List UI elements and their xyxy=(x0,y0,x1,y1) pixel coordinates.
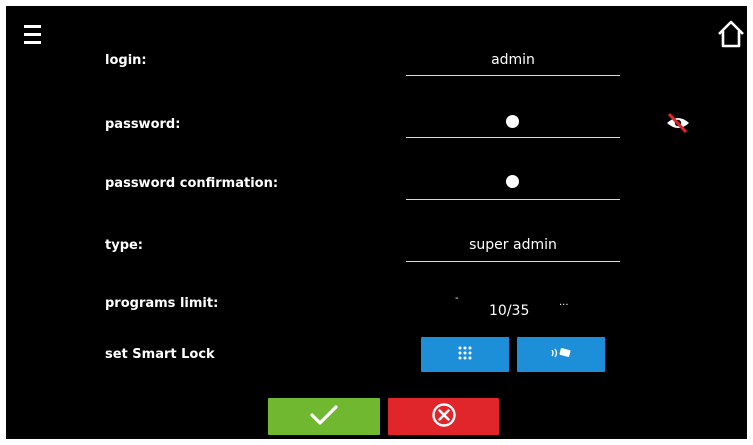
type-field[interactable]: super admin xyxy=(406,236,620,254)
cancel-button[interactable] xyxy=(388,398,499,435)
home-icon[interactable] xyxy=(716,19,746,49)
password-mask-dot xyxy=(506,115,519,128)
programs-limit-value: 10/35 xyxy=(489,303,530,319)
eye-slash-icon[interactable] xyxy=(664,112,692,134)
programs-limit-decrement[interactable]: - xyxy=(455,294,459,304)
checkmark-icon xyxy=(309,404,339,430)
smart-lock-label: set Smart Lock xyxy=(105,347,215,362)
rfid-card-icon xyxy=(550,345,572,364)
password-label: password: xyxy=(105,117,181,132)
type-underline xyxy=(406,261,620,262)
login-underline xyxy=(406,75,620,76)
programs-limit-increment[interactable]: ... xyxy=(559,298,569,308)
hamburger-menu-icon[interactable] xyxy=(24,25,44,45)
password-field[interactable] xyxy=(406,111,620,136)
type-label: type: xyxy=(105,238,144,253)
cancel-circle-icon xyxy=(431,402,457,432)
programs-limit-label: programs limit: xyxy=(105,296,219,311)
login-field[interactable]: admin xyxy=(406,51,620,69)
screen: login: admin password: password confirma… xyxy=(6,6,747,439)
password-confirmation-mask-dot xyxy=(506,175,519,188)
smart-lock-keypad-button[interactable] xyxy=(421,337,509,372)
keypad-icon xyxy=(457,345,473,365)
login-label: login: xyxy=(105,53,147,68)
password-confirmation-label: password confirmation: xyxy=(105,176,279,191)
confirm-button[interactable] xyxy=(268,398,380,435)
password-confirmation-field[interactable] xyxy=(406,171,620,196)
smart-lock-rfid-button[interactable] xyxy=(517,337,605,372)
password-underline xyxy=(406,137,620,138)
password-confirmation-underline xyxy=(406,199,620,200)
